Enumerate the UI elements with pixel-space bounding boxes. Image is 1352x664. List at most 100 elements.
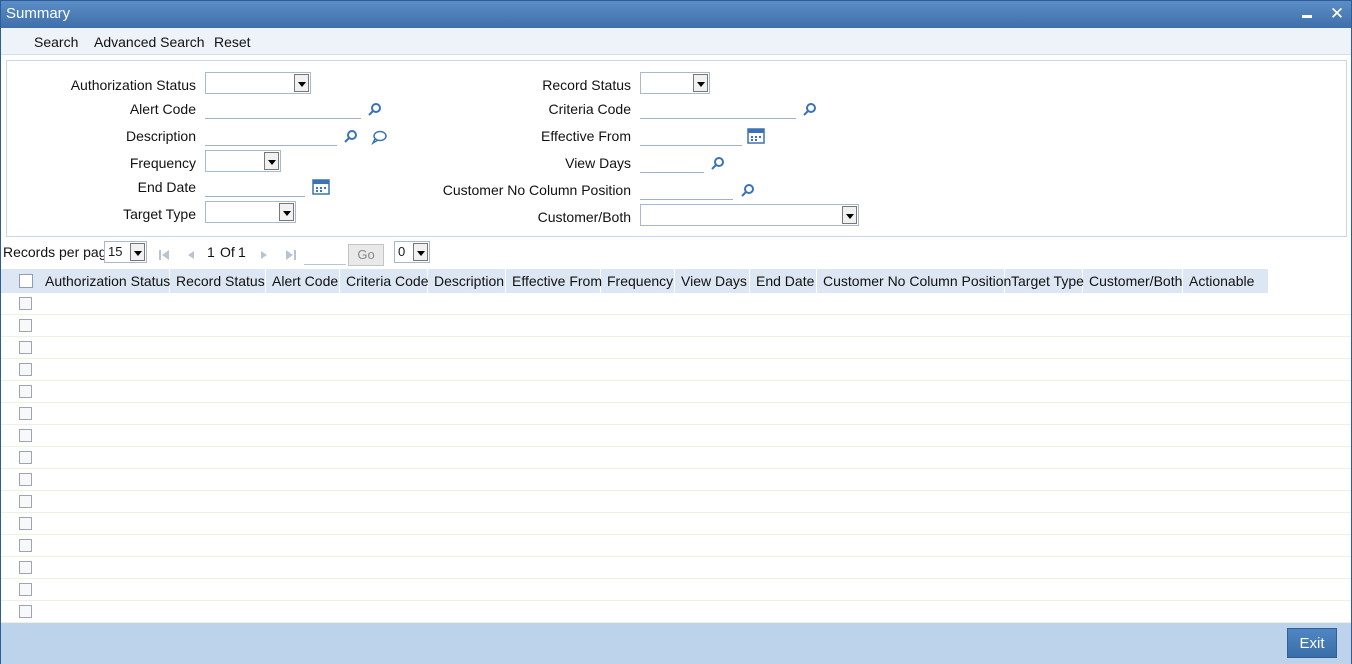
last-page-icon[interactable] bbox=[284, 248, 298, 265]
chevron-down-icon bbox=[264, 152, 279, 170]
column-header[interactable]: Actionable bbox=[1183, 269, 1269, 293]
go-button[interactable]: Go bbox=[348, 244, 384, 266]
table-row[interactable] bbox=[1, 557, 1351, 579]
row-checkbox[interactable] bbox=[19, 297, 32, 310]
close-icon[interactable]: ✕ bbox=[1327, 4, 1347, 24]
pagination-bar: Records per page 15 1 Of 1 Go 0 bbox=[1, 241, 1351, 267]
column-header[interactable]: Record Status bbox=[170, 269, 266, 293]
column-header[interactable]: Effective From bbox=[506, 269, 602, 293]
customer-both-label: Customer/Both bbox=[537, 209, 631, 225]
calendar-icon[interactable] bbox=[312, 178, 330, 196]
table-row[interactable] bbox=[1, 469, 1351, 491]
row-checkbox[interactable] bbox=[19, 517, 32, 530]
authorization-status-select[interactable] bbox=[205, 72, 311, 94]
chevron-down-icon bbox=[413, 243, 428, 261]
first-page-icon[interactable] bbox=[157, 248, 171, 265]
search-icon[interactable] bbox=[801, 101, 819, 119]
table-row[interactable] bbox=[1, 491, 1351, 513]
chevron-down-icon bbox=[279, 203, 294, 221]
row-checkbox[interactable] bbox=[19, 341, 32, 354]
target-type-select[interactable] bbox=[205, 201, 296, 223]
frequency-label: Frequency bbox=[129, 155, 196, 171]
total-pages: 1 bbox=[238, 244, 246, 260]
criteria-code-input[interactable] bbox=[640, 99, 796, 119]
frequency-select[interactable] bbox=[205, 150, 281, 172]
row-checkbox[interactable] bbox=[19, 473, 32, 486]
row-checkbox[interactable] bbox=[19, 451, 32, 464]
grid-header: Authorization Status Record Status Alert C… bbox=[1, 269, 1269, 293]
customer-both-select[interactable] bbox=[640, 204, 859, 226]
table-row[interactable] bbox=[1, 381, 1351, 403]
row-checkbox[interactable] bbox=[19, 561, 32, 574]
row-checkbox[interactable] bbox=[19, 319, 32, 332]
row-checkbox[interactable] bbox=[19, 605, 32, 618]
prev-page-icon[interactable] bbox=[184, 248, 198, 265]
page-number-input[interactable] bbox=[304, 247, 346, 265]
table-row[interactable] bbox=[1, 425, 1351, 447]
column-header[interactable]: Frequency bbox=[601, 269, 675, 293]
row-checkbox[interactable] bbox=[19, 495, 32, 508]
row-checkbox[interactable] bbox=[19, 539, 32, 552]
reset-button[interactable]: Reset bbox=[214, 34, 251, 50]
column-header[interactable]: End Date bbox=[750, 269, 817, 293]
advanced-search-button[interactable]: Advanced Search bbox=[94, 34, 205, 50]
record-status-select[interactable] bbox=[640, 72, 710, 94]
customer-no-column-position-label: Customer No Column Position bbox=[442, 182, 631, 198]
table-row[interactable] bbox=[1, 535, 1351, 557]
search-icon[interactable] bbox=[342, 128, 360, 146]
end-date-input[interactable] bbox=[205, 177, 305, 197]
description-input[interactable] bbox=[205, 126, 337, 146]
minimize-icon[interactable] bbox=[1297, 4, 1317, 24]
column-header[interactable]: Alert Code bbox=[266, 269, 340, 293]
row-checkbox[interactable] bbox=[19, 385, 32, 398]
records-per-page-label: Records per page bbox=[3, 244, 115, 260]
search-button[interactable]: Search bbox=[34, 34, 78, 50]
table-row[interactable] bbox=[1, 337, 1351, 359]
results-grid: Authorization Status Record Status Alert C… bbox=[1, 269, 1351, 623]
next-page-icon[interactable] bbox=[257, 248, 271, 265]
table-row[interactable] bbox=[1, 447, 1351, 469]
table-row[interactable] bbox=[1, 293, 1351, 315]
title-bar: Summary ✕ bbox=[1, 1, 1351, 28]
view-days-input[interactable] bbox=[640, 153, 704, 173]
column-header[interactable]: Customer No Column Position bbox=[817, 269, 1011, 293]
toolbar: Search Advanced Search Reset bbox=[1, 28, 1351, 55]
exit-button[interactable]: Exit bbox=[1287, 628, 1337, 658]
chevron-down-icon bbox=[693, 74, 708, 92]
row-checkbox[interactable] bbox=[19, 407, 32, 420]
search-criteria-panel: Authorization Status Alert Code Descript… bbox=[6, 60, 1347, 237]
chevron-down-icon bbox=[130, 243, 145, 261]
table-row[interactable] bbox=[1, 579, 1351, 601]
table-row[interactable] bbox=[1, 315, 1351, 337]
calendar-icon[interactable] bbox=[747, 127, 765, 145]
column-header[interactable]: Target Type bbox=[1005, 269, 1084, 293]
table-row[interactable] bbox=[1, 601, 1351, 623]
search-icon[interactable] bbox=[709, 155, 727, 173]
search-icon[interactable] bbox=[739, 182, 757, 200]
description-label: Description bbox=[125, 128, 196, 144]
records-per-page-select[interactable]: 15 bbox=[104, 241, 147, 263]
table-row[interactable] bbox=[1, 403, 1351, 425]
window-title: Summary bbox=[6, 5, 71, 22]
summary-window: Summary ✕ Search Advanced Search Reset A… bbox=[0, 0, 1352, 664]
search-icon[interactable] bbox=[366, 101, 384, 119]
alert-code-input[interactable] bbox=[205, 99, 361, 119]
effective-from-input[interactable] bbox=[640, 126, 742, 146]
table-row[interactable] bbox=[1, 359, 1351, 381]
row-checkbox[interactable] bbox=[19, 583, 32, 596]
alert-code-label: Alert Code bbox=[129, 101, 196, 117]
row-checkbox[interactable] bbox=[19, 363, 32, 376]
column-header[interactable]: View Days bbox=[675, 269, 750, 293]
column-header[interactable]: Authorization Status bbox=[39, 269, 170, 293]
column-header[interactable]: Customer/Both bbox=[1083, 269, 1183, 293]
row-checkbox[interactable] bbox=[19, 429, 32, 442]
customer-no-column-position-input[interactable] bbox=[640, 180, 733, 200]
chevron-down-icon bbox=[842, 206, 857, 224]
select-all-checkbox[interactable] bbox=[19, 274, 33, 288]
table-row[interactable] bbox=[1, 513, 1351, 535]
target-type-label: Target Type bbox=[123, 206, 196, 222]
column-header[interactable]: Criteria Code bbox=[340, 269, 428, 293]
column-header[interactable]: Description bbox=[428, 269, 506, 293]
page-select[interactable]: 0 bbox=[394, 241, 430, 263]
comment-icon[interactable] bbox=[370, 128, 388, 146]
